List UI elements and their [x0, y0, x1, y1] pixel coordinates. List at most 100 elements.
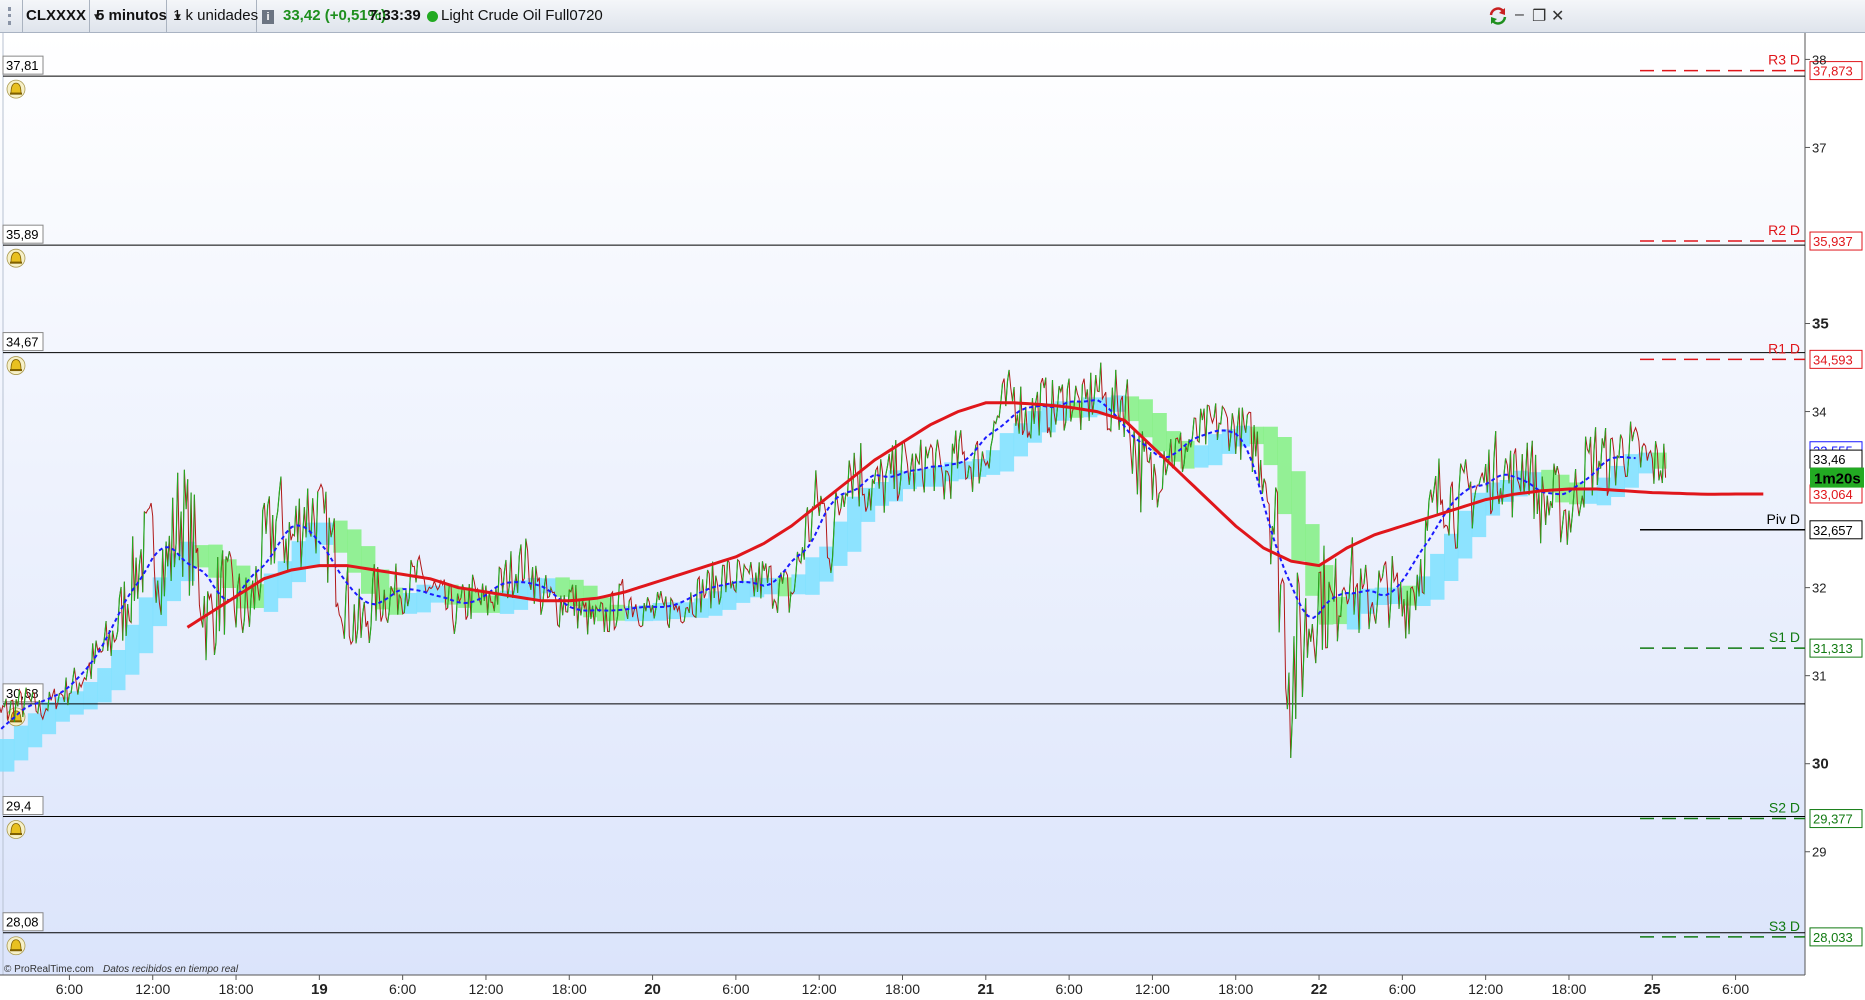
pivot-value: 35,937	[1813, 234, 1853, 249]
grip-icon	[8, 7, 14, 25]
alert-level-label: 29,4	[6, 799, 31, 814]
cloud-segment	[999, 433, 1015, 472]
minimize-button[interactable]: –	[1515, 6, 1524, 24]
cloud-segment	[805, 557, 820, 595]
x-tick-label: 6:00	[1389, 981, 1416, 997]
alert-level-label: 34,67	[6, 335, 39, 350]
cloud-segment	[513, 580, 529, 610]
bell-icon-rim	[10, 833, 22, 836]
cloud-segment	[1013, 423, 1028, 457]
cloud-segment	[1444, 533, 1459, 581]
y-tick-label: 31	[1812, 669, 1826, 684]
price-tags: 33,55533,4633,0641m20s	[1809, 441, 1864, 504]
cloud-segment	[1430, 553, 1445, 600]
bell-icon-rim	[10, 261, 22, 264]
bell-icon[interactable]	[6, 356, 26, 375]
cloud-segment	[1305, 524, 1320, 596]
bell-icon-body	[10, 359, 22, 370]
cloud-segment	[13, 725, 29, 761]
footer-note: Datos recibidos en tiempo real	[103, 964, 239, 975]
y-tick-label: 32	[1812, 581, 1826, 596]
y-tick-label: 34	[1812, 405, 1826, 420]
pivot-name: S2 D	[1769, 800, 1800, 816]
bell-icon-rim	[10, 369, 22, 372]
y-tick-label: 35	[1812, 316, 1829, 333]
x-tick-label: 18:00	[885, 981, 920, 997]
bell-icon[interactable]	[6, 248, 26, 268]
x-tick-label: 18:00	[219, 981, 254, 997]
x-tick-label: 18:00	[1218, 981, 1253, 997]
sync-button[interactable]	[1488, 6, 1508, 26]
pivot-name: Piv D	[1767, 511, 1800, 527]
y-tick-label: 29	[1812, 845, 1826, 860]
x-tick-label: 21	[977, 981, 994, 998]
units-selector[interactable]: 1 k unidades▼	[167, 0, 274, 32]
pivot-value: 31,313	[1813, 641, 1853, 656]
time-axis: 6:00 12:00 18:00 19 6:00 12:00 18:00 20 6:00 12:0…	[56, 975, 1749, 998]
y-tick-label: 37	[1812, 140, 1826, 155]
price-chart[interactable]: 37,8135,8934,6730,6829,428,08 R3 D37,873…	[0, 33, 1865, 1000]
bell-icon-body	[10, 82, 22, 94]
cloud-segment	[138, 597, 154, 654]
pivot-value: 28,033	[1813, 930, 1853, 945]
close-button[interactable]: ✕	[1551, 6, 1564, 26]
instrument-name: Light Crude Oil Full0720	[441, 7, 603, 24]
pivot-name: R2 D	[1768, 222, 1800, 238]
cloud-segment	[291, 541, 306, 583]
cloud-segment	[1124, 396, 1140, 422]
cloud-segment	[1332, 596, 1348, 625]
cloud-segment	[1457, 510, 1473, 559]
cloud-segment	[194, 545, 209, 568]
drag-handle[interactable]	[0, 0, 23, 32]
x-tick-label: 18:00	[1551, 981, 1586, 997]
pivot-value: 29,377	[1813, 812, 1853, 827]
pivot-value: 34,593	[1813, 352, 1853, 367]
pivot-name: S1 D	[1769, 629, 1800, 645]
cloud-segment	[69, 691, 84, 715]
footer-copyright: © ProRealTime.com	[4, 964, 94, 975]
x-tick-label: 20	[644, 981, 661, 998]
x-tick-label: 12:00	[1468, 981, 1503, 997]
cloud-segment	[1138, 399, 1153, 438]
cloud-segment	[83, 682, 98, 710]
cloud-segment	[1263, 426, 1278, 466]
y-tick-label: 38	[1812, 52, 1826, 67]
x-tick-label: 19	[311, 981, 328, 998]
x-tick-label: 22	[1311, 981, 1328, 998]
cloud-segment	[1624, 454, 1639, 488]
toolbar: CLXXXX▼ 5 minutos▼ 1 k unidades▼ i 33,42…	[0, 0, 1865, 33]
bell-icon-body	[10, 823, 22, 834]
symbol-label: CLXXXX	[26, 7, 87, 24]
info-icon: i	[262, 10, 274, 24]
cloud-segment	[1291, 471, 1306, 561]
price-tag-label: 33,064	[1813, 487, 1853, 502]
alert-level-label: 35,89	[6, 227, 39, 242]
bell-icon-rim	[10, 92, 22, 95]
cloud-segment	[27, 713, 43, 748]
alert-level-label: 37,81	[6, 58, 39, 73]
cloud-segment	[791, 574, 806, 595]
cloud-segment	[1374, 587, 1389, 605]
timeframe-selector[interactable]: 5 minutos ▼	[90, 0, 183, 32]
restore-button[interactable]: ❐	[1532, 6, 1546, 26]
timeframe-label: 5 minutos	[96, 7, 167, 24]
cloud-segment	[1208, 434, 1223, 466]
bell-icon[interactable]	[6, 936, 26, 956]
pivot-name: R1 D	[1768, 340, 1800, 356]
info-button[interactable]: i	[262, 0, 276, 32]
units-label: 1 k unidades	[173, 7, 259, 24]
symbol-selector[interactable]: CLXXXX ▼	[22, 0, 102, 32]
x-tick-label: 12:00	[468, 981, 503, 997]
bell-icon[interactable]	[6, 820, 26, 839]
clock-time: 7:33:39	[369, 7, 421, 24]
cloud-segment	[1610, 465, 1625, 497]
x-tick-label: 25	[1644, 981, 1661, 998]
countdown-label: 1m20s	[1814, 471, 1861, 488]
cloud-segment	[874, 482, 890, 506]
bell-icon[interactable]	[6, 79, 26, 99]
x-tick-label: 6:00	[56, 981, 83, 997]
cloud-segment	[1194, 445, 1209, 468]
bell-icon-body	[10, 939, 22, 951]
cloud-segment	[555, 577, 570, 597]
x-tick-label: 6:00	[1722, 981, 1749, 997]
